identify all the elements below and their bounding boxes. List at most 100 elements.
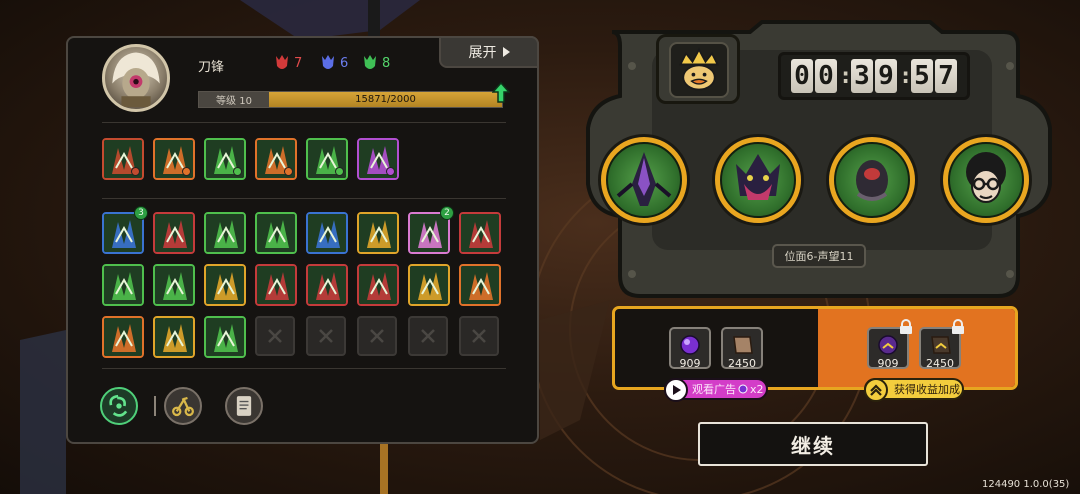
empty-skill-slot <box>357 316 397 356</box>
x-icon <box>370 329 384 343</box>
red-slash-skill-icon[interactable] <box>459 212 501 254</box>
element-badge <box>386 167 395 176</box>
fire-leaf-skill-icon[interactable] <box>255 138 297 180</box>
brown-scroll-icon <box>931 336 951 354</box>
boosted-orb-amount: 909 <box>877 357 899 370</box>
version-label: 124490 1.0.0(35) <box>982 479 1070 490</box>
green-shield-skill-icon[interactable] <box>153 212 195 254</box>
flame-feathers-skill-icon[interactable] <box>153 138 195 180</box>
element-badge <box>131 167 140 176</box>
purple-orb-icon <box>680 335 700 355</box>
empty-skill-slot <box>255 316 295 356</box>
dark-cat-skill-icon[interactable] <box>357 264 399 306</box>
element-badge <box>284 167 293 176</box>
scroll-amount: 2450 <box>728 357 756 370</box>
purple-orb-icon <box>878 335 898 355</box>
arrow-burst-skill-icon[interactable] <box>357 212 399 254</box>
xp-text: 15871/2000 <box>355 94 416 105</box>
timer-digit: 9 <box>875 59 897 93</box>
orb-amount: 909 <box>679 357 701 370</box>
hero-avatar[interactable] <box>102 44 170 112</box>
timer-separator: : <box>899 63 913 89</box>
hero-panel: 刀锋 7 6 8 展开 等级 10 15871/2000 3 2 <box>66 36 539 444</box>
green-spirit-skill-icon[interactable] <box>153 264 195 306</box>
expand-label: 展开 <box>468 45 497 61</box>
level-up-arrow-icon[interactable] <box>492 82 510 104</box>
vines-skill-icon[interactable] <box>306 264 348 306</box>
countdown-timer: 0 0 : 3 9 : 5 7 <box>778 52 970 100</box>
green-resource: 8 <box>363 54 390 72</box>
scooter-icon[interactable] <box>164 387 202 425</box>
double-chevron-up-icon <box>864 378 888 402</box>
blue-vortex-skill-icon[interactable] <box>408 264 450 306</box>
lock-icon <box>952 319 964 334</box>
level-label: 等级 10 <box>199 92 269 107</box>
bonus-button[interactable]: 获得收益加成 <box>864 378 964 402</box>
green-mask-icon <box>364 55 376 69</box>
watch-ad-button[interactable]: 观看广告 x2 <box>664 378 768 402</box>
v-leaf-skill-icon[interactable] <box>255 212 297 254</box>
red-arrow-skill-icon[interactable] <box>102 264 144 306</box>
crown-badge <box>656 34 740 104</box>
skill-level-badge: 3 <box>134 206 148 220</box>
green-splash-skill-icon[interactable] <box>306 138 348 180</box>
separator <box>154 396 156 416</box>
empty-skill-slot <box>408 316 448 356</box>
x-icon <box>319 329 333 343</box>
timer-digit: 0 <box>815 59 837 93</box>
level-bar: 等级 10 15871/2000 <box>198 82 510 108</box>
bone-ribs-skill-icon[interactable] <box>153 316 195 358</box>
empty-skill-slot <box>306 316 346 356</box>
play-icon <box>664 378 688 402</box>
timer-separator: : <box>839 63 853 89</box>
skill-level-badge: 2 <box>440 206 454 220</box>
fence-skill-icon[interactable] <box>255 264 297 306</box>
red-mask-icon <box>276 55 288 69</box>
green-resource-count: 8 <box>382 55 391 71</box>
claw-skill-icon[interactable] <box>102 138 144 180</box>
divider <box>102 368 506 369</box>
x-icon <box>472 329 486 343</box>
boosted-scroll-amount: 2450 <box>926 357 954 370</box>
shark-skill-icon[interactable] <box>306 212 348 254</box>
green-spike-skill-icon[interactable] <box>204 138 246 180</box>
horned-monster-icon <box>736 154 780 200</box>
element-badge <box>182 167 191 176</box>
red-resource: 7 <box>275 54 302 72</box>
timer-digit: 5 <box>911 59 933 93</box>
enemy-slot-1 <box>598 134 690 226</box>
green-grass-skill-icon[interactable] <box>204 212 246 254</box>
enemy-slot-4 <box>940 134 1032 226</box>
afro-glasses-icon <box>966 152 1006 203</box>
divider <box>102 198 506 199</box>
triangle-right-icon <box>502 47 510 57</box>
crown-duck-icon <box>678 47 720 91</box>
swirl-icon[interactable] <box>100 387 138 425</box>
enemy-slot-2 <box>712 134 804 226</box>
bonus-label: 获得收益加成 <box>894 383 960 396</box>
timer-digit: 3 <box>851 59 873 93</box>
x-icon <box>421 329 435 343</box>
watch-ad-multiplier: x2 <box>750 382 764 396</box>
purple-blade-skill-icon[interactable] <box>102 316 144 358</box>
timer-digit: 7 <box>935 59 957 93</box>
position-label: 位面6-声望11 <box>772 244 866 268</box>
scroll-icon[interactable] <box>225 387 263 425</box>
watch-ad-label: 观看广告 <box>692 383 736 396</box>
green-beast-skill-icon[interactable] <box>357 138 399 180</box>
x-icon <box>268 329 282 343</box>
expand-button[interactable]: 展开 <box>439 36 539 68</box>
trident-skill-icon[interactable] <box>204 264 246 306</box>
continue-button[interactable]: 继续 <box>698 422 928 466</box>
element-badge <box>233 167 242 176</box>
empty-skill-slot <box>459 316 499 356</box>
purple-orb-icon <box>738 384 748 394</box>
green-fist-skill-icon[interactable] <box>459 264 501 306</box>
blue-mask-icon <box>322 55 334 69</box>
lock-icon <box>900 319 912 334</box>
pink-fish-skill-icon[interactable] <box>204 316 246 358</box>
hero-name: 刀锋 <box>198 60 225 75</box>
divider <box>102 122 506 123</box>
brown-scroll-icon <box>733 336 753 354</box>
red-resource-count: 7 <box>294 55 303 71</box>
